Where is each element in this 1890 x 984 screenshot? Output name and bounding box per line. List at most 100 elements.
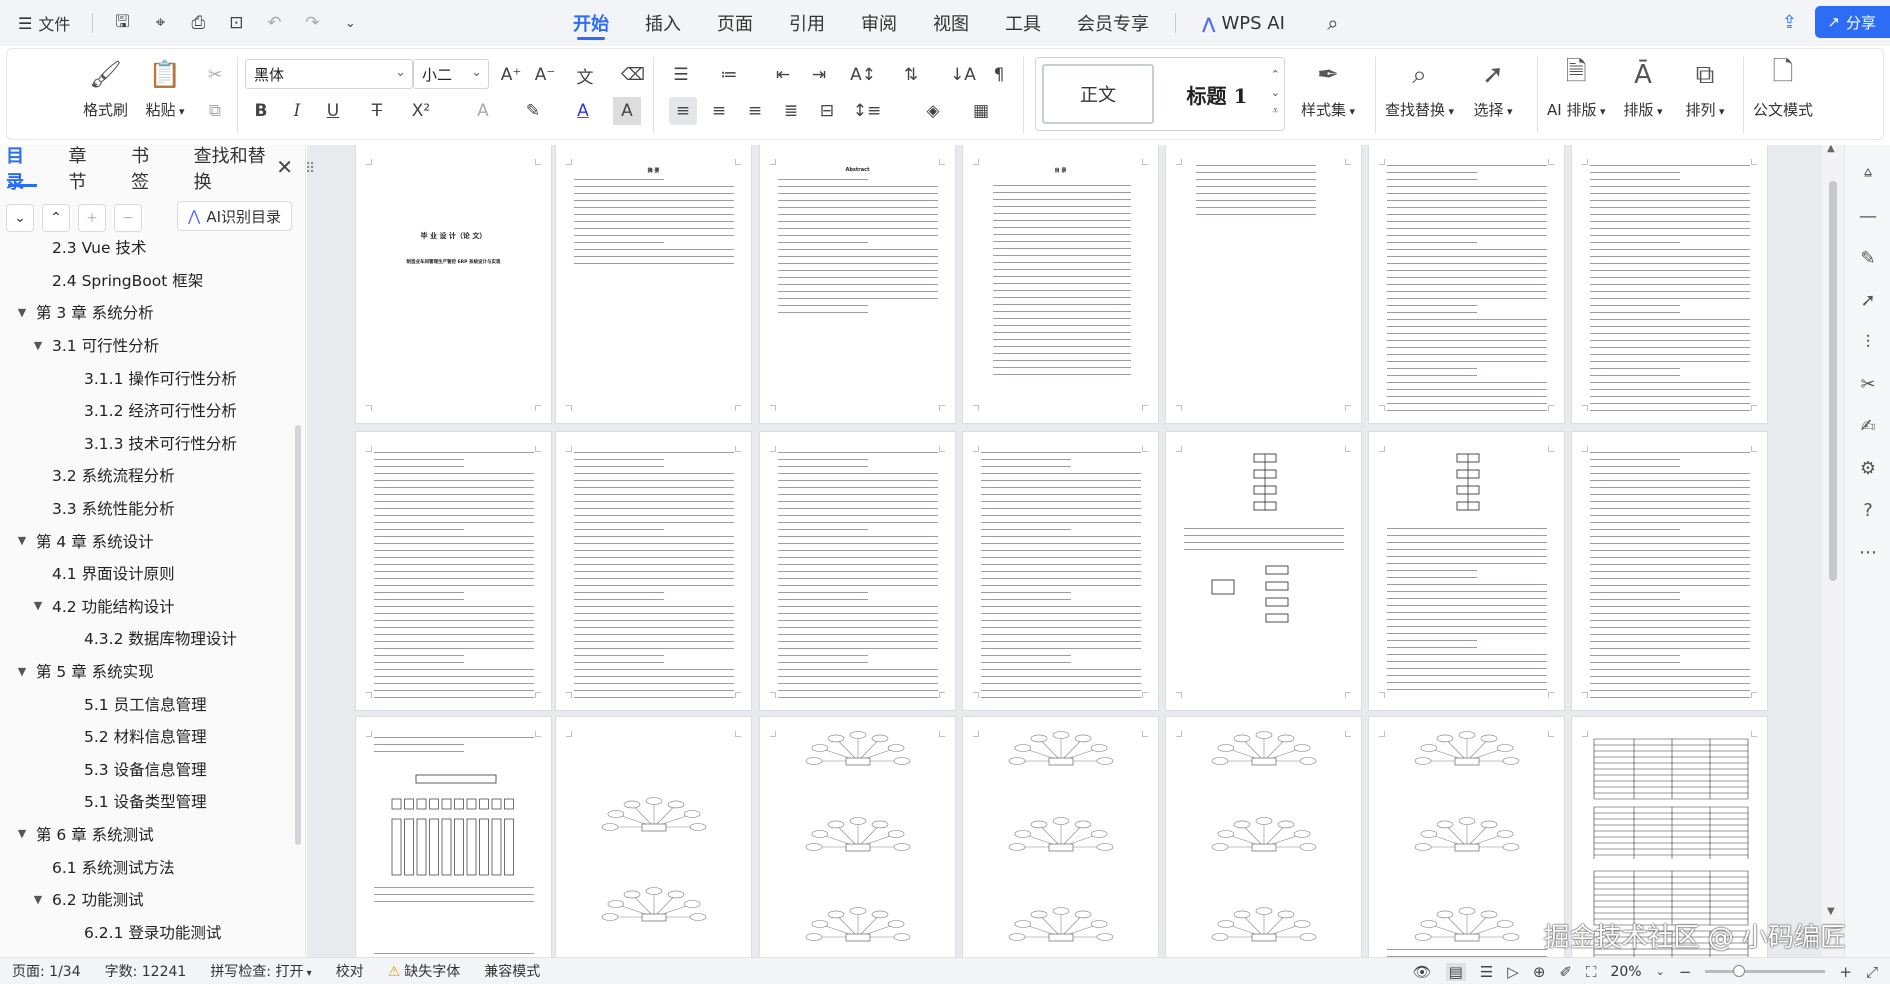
eye-protection-icon[interactable]: 👁 [1413,963,1432,981]
shrink-font-icon[interactable]: A⁻ [531,61,559,89]
expand-arrow-icon[interactable]: ▼ [30,339,46,352]
clear-format-icon[interactable]: ⌫ [619,61,647,89]
page-thumbnail[interactable] [962,431,1159,711]
page-thumbnail[interactable] [1571,431,1768,711]
close-icon[interactable]: ✕ [276,155,293,179]
toc-item[interactable]: 3.1.3 技术可行性分析 [0,427,296,460]
page-indicator[interactable]: 页面: 1/34 [0,961,93,981]
page-thumbnail[interactable] [555,431,752,711]
chevron-down-icon[interactable]: ⌄ [333,8,367,38]
page-thumbnail[interactable] [759,431,956,711]
find-replace-button[interactable]: ⌕ 查找替换 ▾ [1385,55,1454,120]
text-direction-icon[interactable]: A↕ [849,61,877,89]
tab-insert[interactable]: 插入 [627,0,699,46]
font-family-select[interactable]: 黑体 ⌄ [245,59,413,89]
file-menu[interactable]: ☰ 文件 [8,7,80,39]
toc-item[interactable]: 2.3 Vue 技术 [0,231,296,264]
tab-home[interactable]: 开始 [555,0,627,46]
page-thumbnail[interactable] [1165,145,1362,424]
tab-wps-ai[interactable]: ⋀ WPS AI [1184,0,1303,46]
shading-icon[interactable]: ◈ [919,97,947,125]
page-thumbnail[interactable] [1165,431,1362,711]
share-button[interactable]: ↗ 分享 [1815,6,1890,38]
toc-item[interactable]: ▼ 第 6 章 系统测试 [0,818,296,851]
select-button[interactable]: ➚ 选择 ▾ [1473,55,1513,120]
toc-item[interactable]: 6.1 系统测试方法 [0,850,296,883]
toc-item[interactable]: 6.2.1 登录功能测试 [0,915,296,948]
toc-item[interactable]: 3.1.2 经济可行性分析 [0,394,296,427]
page-thumbnail[interactable] [1165,716,1362,957]
sort-icon[interactable]: ⇅ [897,61,925,89]
toc-item[interactable]: ▼ 第 3 章 系统分析 [0,296,296,329]
underline-icon[interactable]: U [319,97,347,125]
page-thumbnail[interactable]: 摘 要 [555,145,752,424]
minus-icon[interactable]: — [1853,201,1883,231]
text-effect-icon[interactable]: A [469,97,497,125]
toc-item[interactable]: 3.1.1 操作可行性分析 [0,361,296,394]
page-thumbnail[interactable] [1571,145,1768,424]
add-heading-icon[interactable]: + [78,204,106,232]
format-icon[interactable]: ⌖ [143,8,177,38]
tab-bookmarks[interactable]: 书签 [129,145,180,193]
toc-item[interactable]: 5.1 员工信息管理 [0,687,296,720]
page-thumbnail[interactable] [1368,431,1565,711]
zoom-in-icon[interactable]: + [1839,963,1852,981]
grow-font-icon[interactable]: A⁺ [497,61,525,89]
toc-scrollbar[interactable] [295,425,301,845]
official-doc-button[interactable]: 🗋 公文模式 [1753,55,1813,120]
undo-icon[interactable]: ↶ [257,8,291,38]
highlight-icon[interactable]: ✎ [519,97,547,125]
format-painter-button[interactable]: 🖌 格式刷 [83,55,128,120]
print-icon[interactable]: ⎙ [181,8,215,38]
toc-item[interactable]: 2.4 SpringBoot 框架 [0,264,296,297]
zoom-slider[interactable] [1705,965,1826,977]
char-shading-icon[interactable]: A [613,97,641,125]
toc-item[interactable]: ▼ 4.2 功能结构设计 [0,590,296,623]
superscript-icon[interactable]: X² [407,97,435,125]
tab-member[interactable]: 会员专享 [1059,0,1167,46]
collapse-all-icon[interactable]: ⌄ [6,204,34,232]
word-count[interactable]: 字数: 12241 [93,961,199,981]
toc-item[interactable]: ▼ 第 4 章 系统设计 [0,524,296,557]
expand-arrow-icon[interactable]: ▼ [14,534,30,547]
expand-arrow-icon[interactable]: ▼ [30,893,46,906]
page-thumbnail[interactable] [555,716,752,957]
ai-layout-button[interactable]: 🗎 AI 排版 ▾ [1547,55,1606,120]
sort-az-icon[interactable]: ↓A [949,61,977,89]
font-size-select[interactable]: 小二 ⌄ [413,59,489,89]
remove-heading-icon[interactable]: − [114,204,142,232]
print-preview-icon[interactable]: ⊡ [219,8,253,38]
toc-item[interactable]: ▼ 3.1 可行性分析 [0,329,296,362]
search-icon[interactable]: ⌕ [1315,5,1351,41]
handwriting-icon[interactable]: ✍ [1853,411,1883,441]
ai-toc-button[interactable]: ⋀ AI识别目录 [177,201,292,231]
page-thumbnail[interactable] [962,716,1159,957]
page-thumbnail[interactable] [1368,716,1565,957]
tab-review[interactable]: 审阅 [843,0,915,46]
layout-button[interactable]: Ā 排版 ▾ [1623,55,1663,120]
increase-indent-icon[interactable]: ⇥ [805,61,833,89]
scroll-up-icon[interactable]: ▲ [1827,145,1835,154]
justify-icon[interactable]: ≣ [777,97,805,125]
toc-item[interactable]: 5.2 材料信息管理 [0,720,296,753]
style-normal-button[interactable]: 正文 [1042,64,1154,124]
fit-page-icon[interactable]: ⛶ [1586,963,1597,981]
italic-icon[interactable]: I [283,97,311,125]
pen-icon[interactable]: ✎ [1853,243,1883,273]
line-spacing-icon[interactable]: ↕≡ [853,97,882,125]
page-thumbnail[interactable]: Abstract [759,145,956,424]
phonetic-guide-icon[interactable]: 文 [571,61,599,89]
toc-item[interactable]: 4.1 界面设计原则 [0,557,296,590]
help-icon[interactable]: ? [1853,495,1883,525]
style-gallery-scroll[interactable]: ⌃ ⌄ ⩡ [1271,66,1280,120]
drag-handle-icon[interactable]: ⠿ [307,161,315,177]
align-left-icon[interactable]: ≡ [669,97,697,125]
web-view-icon[interactable]: ⊕ [1533,963,1546,981]
numbered-list-icon[interactable]: ≔ [715,61,743,89]
show-marks-icon[interactable]: ¶ [985,61,1013,89]
decrease-indent-icon[interactable]: ⇤ [769,61,797,89]
page-thumbnail[interactable] [1368,145,1565,424]
strikethrough-icon[interactable]: T [363,97,391,125]
cut-icon[interactable]: ✂ [201,61,229,89]
distribute-icon[interactable]: ⊟ [813,97,841,125]
